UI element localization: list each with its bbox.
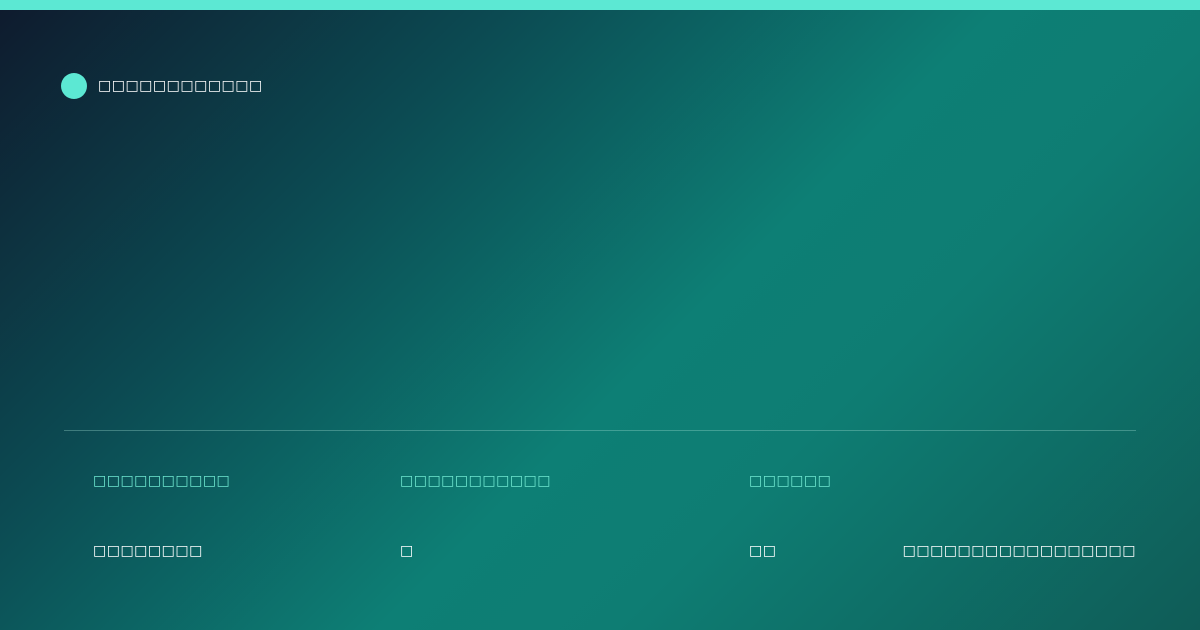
meta-label-1: □□□□□□□□□□ [93, 473, 231, 489]
brand: □□□□□□□□□□□□ [61, 73, 263, 99]
meta-value-1: □□□□□□□□ [93, 543, 203, 559]
meta-label-2: □□□□□□□□□□□ [400, 473, 552, 489]
meta-value-2: □ [400, 543, 414, 559]
top-accent-bar [0, 0, 1200, 10]
meta-extra-value: □□□□□□□□□□□□□□□□□ [902, 543, 1136, 559]
brand-name: □□□□□□□□□□□□ [98, 78, 263, 94]
section-divider [64, 430, 1136, 431]
meta-value-3: □□ [749, 543, 777, 559]
meta-label-3: □□□□□□ [749, 473, 832, 489]
brand-logo-dot [61, 73, 87, 99]
